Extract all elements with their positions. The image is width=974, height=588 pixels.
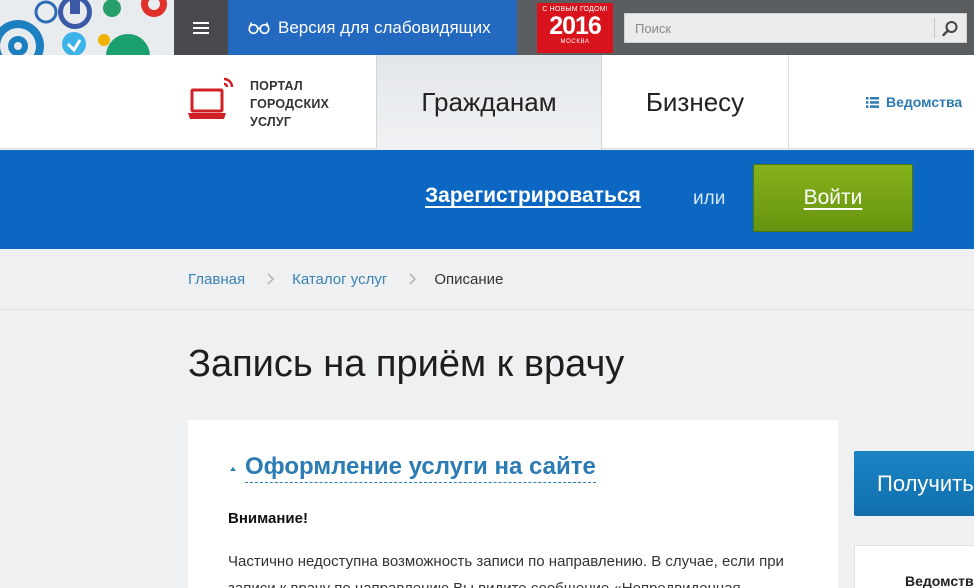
nav-citizens[interactable]: Гражданам bbox=[376, 55, 602, 149]
auth-band: Зарегистрироваться или Войти bbox=[0, 150, 974, 249]
breadcrumb-current: Описание bbox=[434, 270, 504, 288]
search-icon[interactable] bbox=[941, 20, 959, 38]
section-toggle[interactable]: Оформление услуги на сайте bbox=[230, 452, 596, 483]
collapse-arrow-icon bbox=[230, 466, 236, 471]
glasses-icon bbox=[248, 21, 270, 34]
departments-box: Ведомства bbox=[854, 545, 974, 588]
chevron-right-icon bbox=[267, 273, 275, 285]
new-year-badge[interactable]: С НОВЫМ ГОДОМ! 2016 МОСКВА bbox=[537, 3, 613, 53]
nav-departments-label: Ведомства bbox=[886, 94, 963, 110]
badge-year: 2016 bbox=[549, 12, 602, 40]
logo-line: ПОРТАЛ bbox=[250, 79, 303, 93]
page-title: Запись на приём к врачу bbox=[188, 343, 625, 385]
search-box bbox=[624, 13, 967, 43]
portal-logo[interactable]: ПОРТАЛ ГОРОДСКИХ УСЛУГ bbox=[188, 75, 368, 135]
low-vision-version-button[interactable]: Версия для слабовидящих bbox=[228, 0, 517, 55]
search-divider bbox=[934, 18, 935, 38]
logo-text: ПОРТАЛ ГОРОДСКИХ УСЛУГ bbox=[250, 77, 329, 135]
chevron-right-icon bbox=[409, 273, 417, 285]
breadcrumb-home[interactable]: Главная bbox=[188, 271, 245, 288]
breadcrumb-catalog[interactable]: Каталог услуг bbox=[292, 271, 387, 288]
departments-box-title: Ведомства bbox=[905, 573, 974, 588]
decorative-pattern bbox=[0, 0, 174, 55]
get-service-button[interactable]: Получить bbox=[854, 451, 974, 516]
top-bar: Версия для слабовидящих С НОВЫМ ГОДОМ! 2… bbox=[0, 0, 974, 55]
breadcrumb: Главная Каталог услуг Описание bbox=[0, 249, 974, 310]
warning-text: Частично недоступна возможность записи п… bbox=[228, 553, 784, 588]
warning-title: Внимание! bbox=[228, 510, 308, 527]
search-input[interactable] bbox=[625, 14, 933, 42]
low-vision-label: Версия для слабовидящих bbox=[278, 17, 491, 37]
site-header: ПОРТАЛ ГОРОДСКИХ УСЛУГ Гражданам Бизнесу… bbox=[0, 55, 974, 149]
menu-button[interactable] bbox=[174, 0, 228, 55]
laptop-wifi-icon bbox=[188, 77, 234, 119]
login-button[interactable]: Войти bbox=[753, 164, 913, 232]
register-link[interactable]: Зарегистрироваться bbox=[425, 184, 641, 208]
or-label: или bbox=[693, 188, 726, 209]
nav-departments[interactable]: Ведомства bbox=[866, 55, 962, 149]
hamburger-icon bbox=[193, 21, 209, 34]
nav-business[interactable]: Бизнесу bbox=[602, 55, 789, 149]
section-title: Оформление услуги на сайте bbox=[245, 452, 596, 483]
list-icon bbox=[866, 96, 879, 108]
logo-line: ГОРОДСКИХ bbox=[250, 97, 330, 111]
service-card: Оформление услуги на сайте Внимание! Час… bbox=[188, 420, 838, 588]
logo-line: УСЛУГ bbox=[250, 115, 292, 129]
